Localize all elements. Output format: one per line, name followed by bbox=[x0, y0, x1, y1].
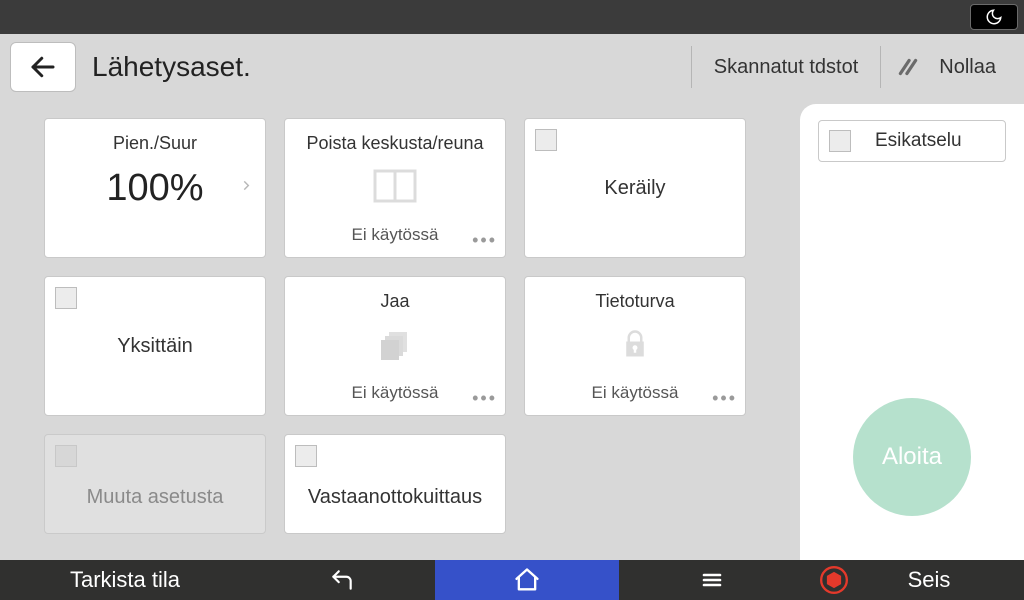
home-icon bbox=[512, 566, 542, 594]
nav-menu-button[interactable] bbox=[619, 560, 804, 600]
preview-toggle[interactable]: Esikatselu bbox=[818, 120, 1006, 162]
more-icon: ••• bbox=[472, 230, 497, 251]
tile-collate[interactable]: Keräily bbox=[524, 118, 746, 258]
more-icon: ••• bbox=[712, 388, 737, 409]
scanned-documents-link[interactable]: Skannatut tdstot bbox=[691, 46, 881, 88]
arrow-left-icon bbox=[28, 52, 58, 82]
tile-label: Vastaanottokuittaus bbox=[308, 486, 482, 509]
stop-button[interactable]: Seis bbox=[804, 560, 1024, 600]
tile-divide[interactable]: Jaa Ei käytössä ••• bbox=[284, 276, 506, 416]
stop-label: Seis bbox=[864, 567, 1024, 593]
system-topbar bbox=[0, 0, 1024, 34]
back-button[interactable] bbox=[10, 42, 76, 92]
moon-icon bbox=[985, 8, 1003, 26]
tile-label: Keräily bbox=[604, 177, 665, 200]
nav-group bbox=[250, 560, 804, 600]
reset-label: Nollaa bbox=[939, 56, 996, 79]
tile-label: Pien./Suur bbox=[45, 133, 265, 154]
tile-label: Tietoturva bbox=[525, 291, 745, 312]
checkbox-icon bbox=[55, 287, 77, 309]
nav-home-button[interactable] bbox=[435, 560, 620, 600]
menu-icon bbox=[698, 568, 726, 592]
tile-erase-center-edge[interactable]: Poista keskusta/reuna Ei käytössä ••• bbox=[284, 118, 506, 258]
checkbox-icon bbox=[295, 445, 317, 467]
tile-label: Yksittäin bbox=[117, 335, 193, 358]
tile-security[interactable]: Tietoturva Ei käytössä ••• bbox=[524, 276, 746, 416]
stack-icon bbox=[377, 328, 413, 365]
tile-value: 100% bbox=[106, 167, 203, 210]
reset-icon bbox=[895, 54, 921, 80]
start-label: Aloita bbox=[882, 443, 942, 471]
night-mode-badge[interactable] bbox=[970, 4, 1018, 30]
checkbox-icon bbox=[535, 129, 557, 151]
more-icon: ••• bbox=[472, 388, 497, 409]
tile-single[interactable]: Yksittäin bbox=[44, 276, 266, 416]
reset-button[interactable]: Nollaa bbox=[880, 46, 1014, 88]
tile-reduce-enlarge[interactable]: Pien./Suur 100% bbox=[44, 118, 266, 258]
nav-back-button[interactable] bbox=[250, 560, 435, 600]
bottom-bar: Tarkista tila Seis bbox=[0, 560, 1024, 600]
checkbox-icon bbox=[829, 130, 851, 152]
page-header: Lähetysaset. Skannatut tdstot Nollaa bbox=[0, 34, 1024, 100]
preview-label: Esikatselu bbox=[875, 130, 962, 152]
return-icon bbox=[325, 567, 359, 593]
stop-icon bbox=[804, 566, 864, 594]
tile-other-setting: Muuta asetusta bbox=[44, 434, 266, 534]
content-area: Pien./Suur 100% Poista keskusta/reuna Ei… bbox=[0, 100, 1024, 560]
erase-icon bbox=[373, 169, 417, 208]
check-status-button[interactable]: Tarkista tila bbox=[0, 560, 250, 600]
tile-label: Poista keskusta/reuna bbox=[285, 133, 505, 154]
tiles-grid: Pien./Suur 100% Poista keskusta/reuna Ei… bbox=[0, 100, 800, 560]
tile-label: Muuta asetusta bbox=[87, 486, 224, 509]
lock-icon bbox=[620, 328, 650, 365]
checkbox-icon bbox=[55, 445, 77, 467]
chevron-right-icon bbox=[239, 176, 253, 201]
page-title: Lähetysaset. bbox=[92, 51, 251, 83]
tile-label: Jaa bbox=[285, 291, 505, 312]
side-panel: Esikatselu Aloita bbox=[800, 104, 1024, 560]
start-button[interactable]: Aloita bbox=[853, 398, 971, 516]
tile-receipt-confirmation[interactable]: Vastaanottokuittaus bbox=[284, 434, 506, 534]
